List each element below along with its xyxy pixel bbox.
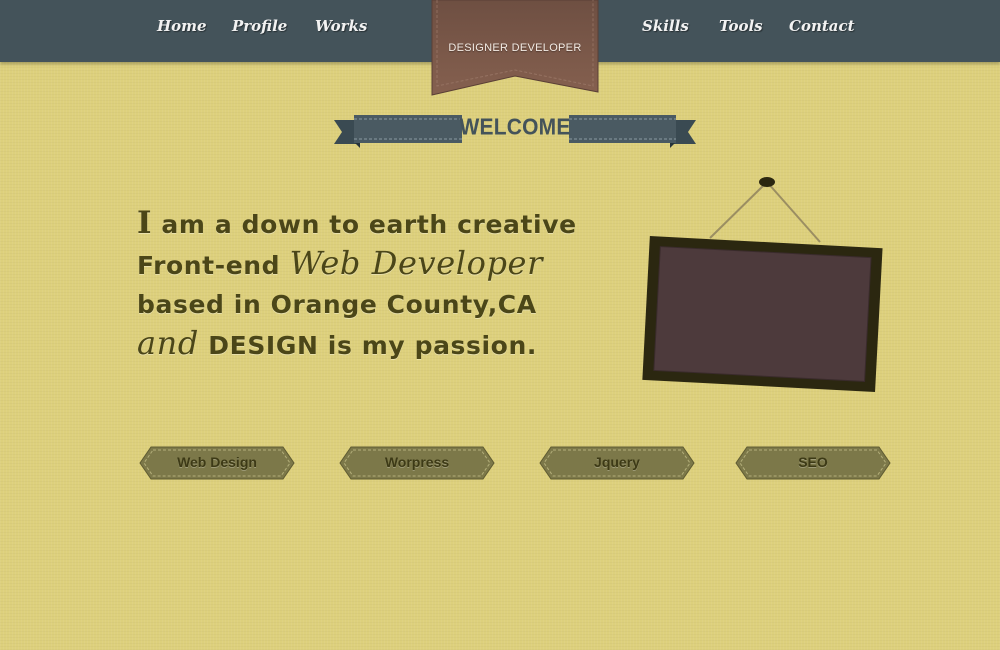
intro-line-3: based in Orange County,CA (137, 290, 537, 319)
skill-tag-label: Worpress (384, 454, 450, 470)
intro-line-4-text: DESIGN is my passion. (198, 331, 537, 360)
nav-link-works[interactable]: Works (315, 17, 367, 35)
skill-tag-jquery[interactable]: Jquery (539, 446, 695, 480)
intro-line-1-text: am a down to earth creative (152, 210, 577, 239)
hanging-frame (640, 172, 890, 397)
skill-tag-label: SEO (798, 454, 828, 470)
skill-tag-web-design[interactable]: Web Design (139, 446, 295, 480)
skill-tag-seo[interactable]: SEO (735, 446, 891, 480)
intro-line-2: Front-end Web Developer (137, 244, 607, 285)
welcome-heading: WELCOME (459, 115, 571, 140)
skill-tag-label: Web Design (177, 454, 257, 470)
welcome-banner: WELCOME (332, 112, 698, 150)
intro-role-script: Web Developer (289, 244, 543, 282)
skill-tag-wordpress[interactable]: Worpress (339, 446, 495, 480)
intro-line-4: and DESIGN is my passion. (137, 324, 607, 365)
nav-link-skills[interactable]: Skills (642, 17, 689, 35)
site-tagline: DESIGNER DEVELOPER (448, 42, 582, 54)
hanging-picture-frame-icon (642, 177, 883, 393)
intro-capital-i: I (137, 205, 153, 241)
nav-link-profile[interactable]: Profile (232, 17, 287, 35)
intro-line-1: I am a down to earth creative (137, 204, 607, 244)
intro-text: I am a down to earth creative Front-end … (137, 204, 607, 365)
intro-line-2-text: Front-end (137, 251, 290, 280)
intro-and-script: and (137, 324, 199, 362)
logo-bookmark[interactable]: DESIGNER DEVELOPER (431, 0, 599, 96)
nav-link-contact[interactable]: Contact (789, 17, 855, 35)
nav-link-home[interactable]: Home (157, 17, 207, 35)
skill-tag-label: Jquery (594, 454, 640, 470)
nav-link-tools[interactable]: Tools (719, 17, 763, 35)
